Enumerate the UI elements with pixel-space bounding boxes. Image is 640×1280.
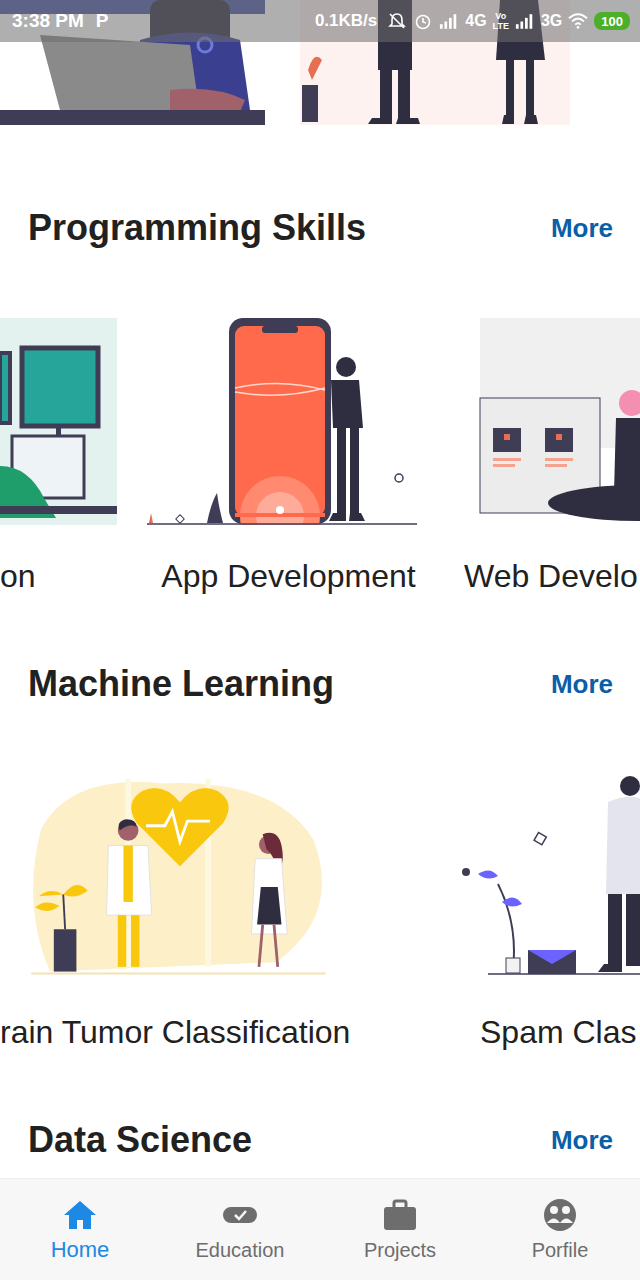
course-section: Machine Learning More rain Tumor Classif… [0,662,640,1052]
battery-indicator: 100 [594,12,630,30]
nav-label: Porfile [532,1237,589,1263]
course-card[interactable]: rain Tumor Classification [0,774,392,1052]
profile-icon [542,1197,578,1233]
mail-illustration [458,774,640,981]
network-type: 4G [465,12,486,30]
card-illustration [0,774,392,981]
home-content: 3:38 PM P 0.1KB/s 4G Vo LTE 3G 100 Progr… [0,0,640,1178]
card-illustration [460,318,640,525]
course-card[interactable]: on [0,318,117,596]
nav-label: Home [51,1237,110,1263]
alarm-icon [413,11,433,31]
section-header: Machine Learning More [0,662,640,706]
bell-off-icon [387,11,407,31]
volte-indicator: Vo LTE [493,11,509,31]
network-speed: 0.1KB/s [315,11,377,31]
nav-tab[interactable]: Porfile [480,1179,640,1280]
phone-illustration [147,318,430,525]
nav-label: Education [196,1237,285,1263]
web-illustration [460,318,640,525]
course-card[interactable]: Spam Clas [458,774,640,1052]
network-type: 3G [541,12,562,30]
nav-tab[interactable]: Projects [320,1179,480,1280]
course-carousel[interactable]: on App Development Web Develo [0,318,640,596]
section-header: Programming Skills More [0,206,640,250]
monitors-illustration [0,318,117,525]
course-title: rain Tumor Classification [0,1012,392,1052]
signal-icon [439,13,459,30]
card-illustration [458,774,640,981]
section-title: Data Science [28,1118,252,1162]
course-title: Web Develo [460,556,640,596]
course-carousel[interactable]: rain Tumor Classification Spam Clas [0,774,640,1052]
card-illustration [0,318,117,525]
course-section: Programming Skills More on App Developme… [0,206,640,596]
section-header: Data Science More [0,1118,640,1162]
course-title: Spam Clas [458,1012,640,1052]
bottom-navigation: Home Education Projects Porfile [0,1178,640,1280]
projects-icon [382,1197,418,1233]
course-section: Data Science More [0,1118,640,1162]
nav-tab[interactable]: Education [160,1179,320,1280]
screen: 3:38 PM P 0.1KB/s 4G Vo LTE 3G 100 Progr… [0,0,640,1280]
home-icon [62,1197,98,1233]
education-icon [222,1197,258,1233]
more-button[interactable]: More [551,1125,613,1156]
nav-tab[interactable]: Home [0,1179,160,1280]
wifi-icon [568,11,588,31]
section-title: Programming Skills [28,206,366,250]
status-time: 3:38 PM [12,10,84,32]
signal-icon [515,13,535,30]
course-card[interactable]: App Development [147,318,430,596]
course-title: on [0,556,117,596]
app-indicator: P [96,10,109,32]
doctors-illustration [22,774,335,981]
course-card[interactable]: Web Develo [460,318,640,596]
course-title: App Development [147,556,430,596]
more-button[interactable]: More [551,669,613,700]
nav-label: Projects [364,1237,436,1263]
section-title: Machine Learning [28,662,334,706]
status-bar: 3:38 PM P 0.1KB/s 4G Vo LTE 3G 100 [0,0,640,42]
card-illustration [147,318,430,525]
more-button[interactable]: More [551,213,613,244]
